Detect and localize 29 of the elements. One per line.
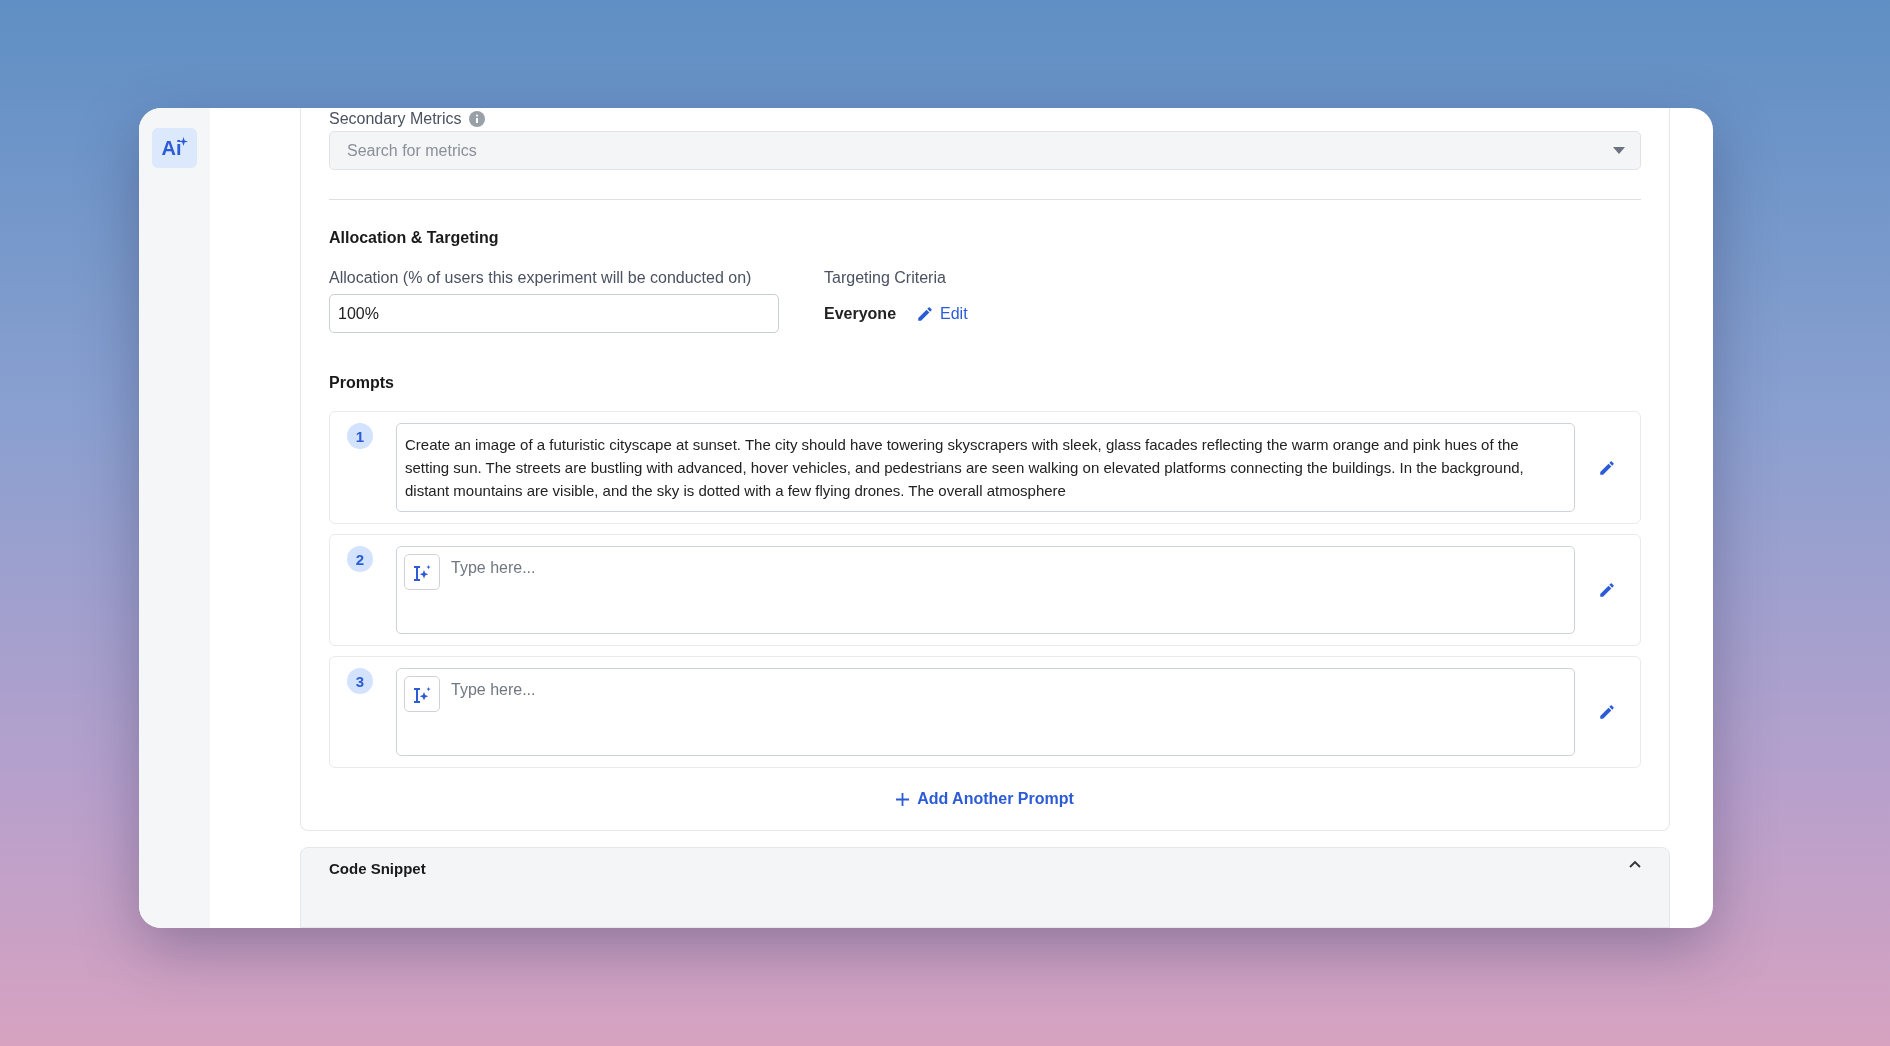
text-sparkle-icon <box>413 563 431 581</box>
prompt-number: 1 <box>347 423 373 449</box>
text-sparkle-icon <box>413 685 431 703</box>
dropdown-caret-icon <box>1613 147 1625 154</box>
allocation-field[interactable]: 100% <box>329 294 779 333</box>
targeting-value: Everyone <box>824 304 897 323</box>
edit-link[interactable]: Edit <box>916 304 968 323</box>
ai-text-button[interactable] <box>404 554 440 590</box>
field-label: Allocation (% of users this experiment will be conducted on) <box>329 268 753 288</box>
info-icon[interactable] <box>468 111 485 127</box>
metrics-search-field[interactable]: Search for metrics <box>329 131 1641 170</box>
section-heading: Allocation & Targeting <box>329 229 500 247</box>
field-label: Targeting Criteria <box>824 268 947 288</box>
prompt-number: 2 <box>347 546 373 572</box>
pencil-icon <box>916 304 935 323</box>
plus-icon <box>896 792 910 806</box>
add-prompt-button[interactable]: Add Another Prompt <box>896 788 1074 810</box>
ai-text-button[interactable] <box>404 676 440 712</box>
ai-logo[interactable]: Ai <box>152 128 197 168</box>
field-label: Secondary Metrics <box>329 110 462 128</box>
prompt-field[interactable]: Type here... <box>396 668 1575 756</box>
prompt-field[interactable]: Create an image of a futuristic cityscape at sunset. The city should have towering skyscrapers with sleek, glass facades reflecting the warm orange and pink hues of the setting sun. The streets are bustling with advanced, hover vehicles, and pedestrians are seen walking on elevated platforms connecting the buildings. In the background, distant mountains are visible, and the sky is dotted with a few flying drones. The overall atmosphere <box>396 423 1575 512</box>
section-heading: Prompts <box>329 374 395 392</box>
prompt-number: 3 <box>347 668 373 694</box>
prompt-field[interactable]: Type here... <box>396 546 1575 634</box>
pencil-icon <box>1598 458 1616 477</box>
pencil-icon <box>1598 581 1616 599</box>
code-snippet-header[interactable]: Code Snippet <box>300 847 1670 928</box>
pencil-icon <box>1598 703 1616 721</box>
